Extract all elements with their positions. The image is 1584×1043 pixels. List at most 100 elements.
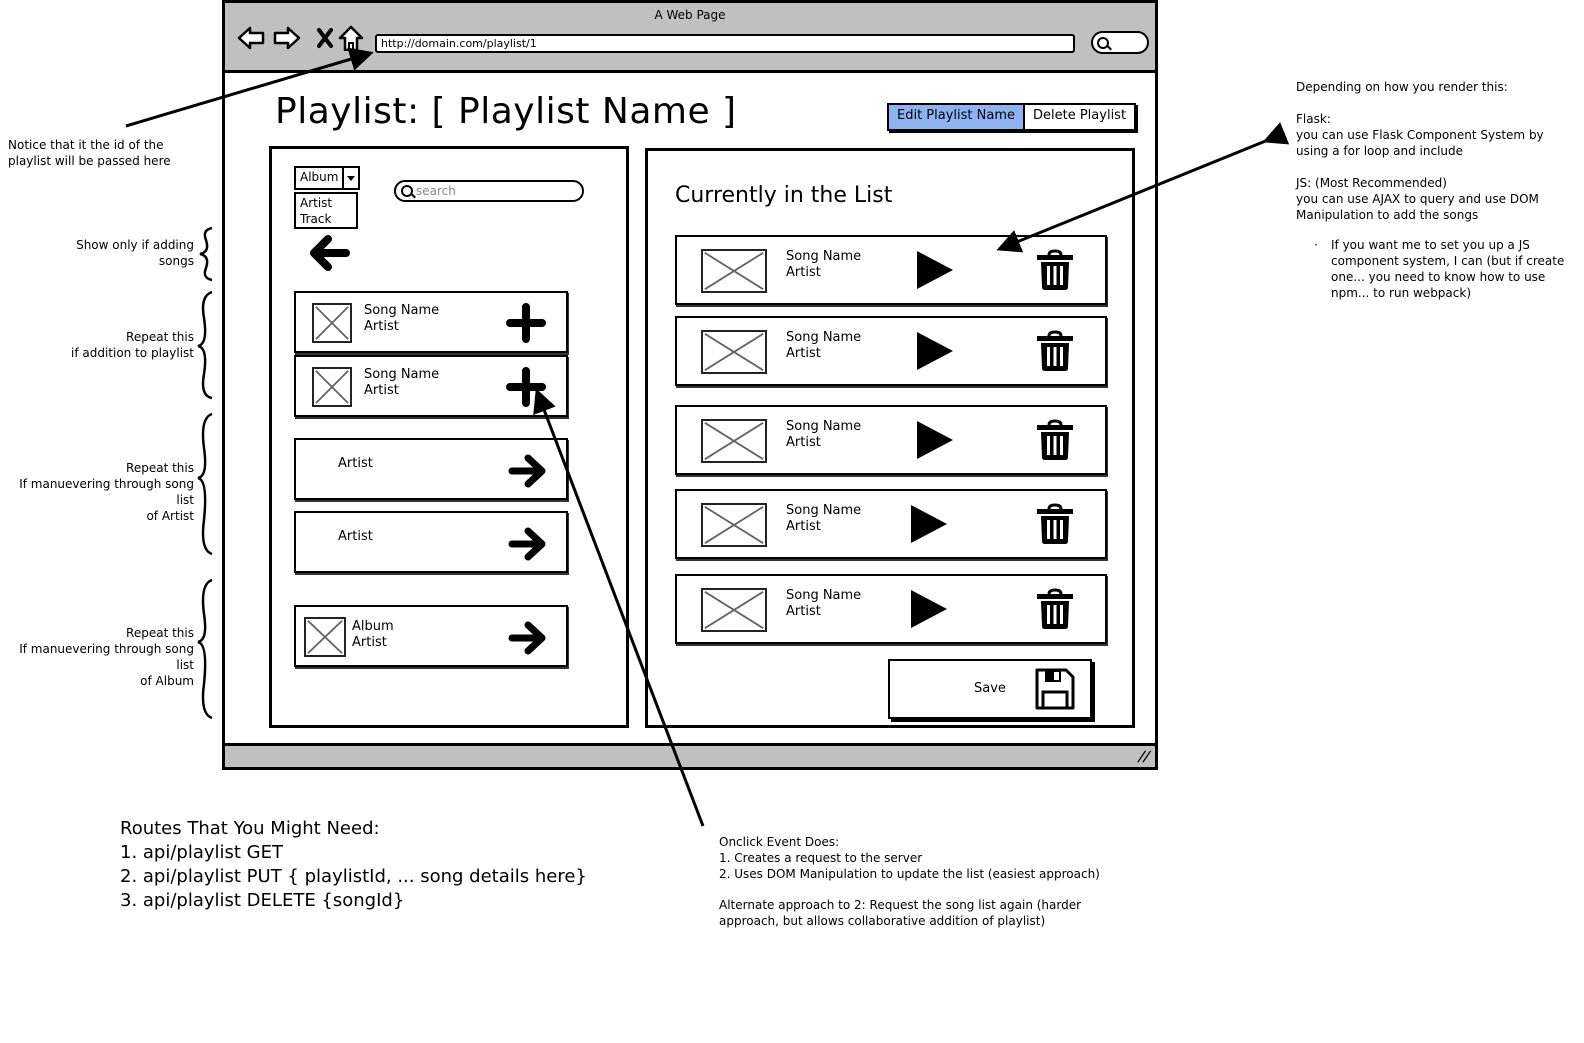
album-art-placeholder — [701, 419, 767, 463]
url-bar[interactable]: http://domain.com/playlist/1 — [375, 34, 1075, 53]
save-button[interactable]: Save — [888, 659, 1092, 719]
brace-icon — [197, 290, 213, 400]
annotation-heading: Onclick Event Does: — [719, 835, 840, 849]
annotation-line: 1. Creates a request to the server — [719, 851, 923, 865]
brace-icon — [197, 578, 213, 720]
trash-icon[interactable] — [1035, 330, 1075, 372]
playlist-song-item[interactable]: Song Name Artist — [675, 574, 1107, 644]
resize-grip-icon[interactable]: // — [1136, 749, 1152, 765]
search-input[interactable]: search — [394, 180, 584, 202]
filter-selected: Album — [296, 168, 345, 188]
play-icon[interactable] — [915, 419, 955, 461]
annotation-line: of Album — [140, 674, 194, 688]
repeat-addition-annotation: Repeat this if addition to playlist — [71, 329, 194, 361]
annotation-line: 2. Uses DOM Manipulation to update the l… — [719, 867, 1100, 881]
left-arrow-icon[interactable] — [308, 231, 352, 275]
browser-window: A Web Page http://domain.com/playlist/1 … — [222, 0, 1158, 770]
plus-icon[interactable] — [506, 367, 546, 407]
search-placeholder: search — [416, 184, 456, 198]
song-result-item[interactable]: Song Name Artist — [294, 355, 568, 417]
browser-search-field[interactable] — [1091, 31, 1149, 54]
artist-name: Artist — [786, 604, 821, 619]
browser-status-bar: // — [225, 743, 1155, 767]
artist-name: Artist — [786, 346, 821, 361]
play-icon[interactable] — [909, 588, 949, 630]
right-arrow-icon[interactable] — [506, 450, 548, 492]
song-name: Song Name — [786, 588, 862, 603]
delete-playlist-button[interactable]: Delete Playlist — [1025, 105, 1135, 129]
annotation-line: Flask: — [1296, 112, 1331, 126]
artist-name: Artist — [786, 265, 821, 280]
album-art-placeholder — [312, 367, 352, 407]
list-title: Currently in the List — [675, 183, 893, 208]
show-only-annotation: Show only if adding songs — [76, 237, 194, 269]
chevron-down-icon[interactable] — [344, 168, 358, 188]
filter-dropdown[interactable]: Album — [294, 166, 360, 190]
plus-icon[interactable] — [506, 303, 546, 343]
stop-icon[interactable] — [311, 25, 339, 51]
song-result-item[interactable]: Song Name Artist — [294, 291, 568, 353]
annotation-line: you can use AJAX to query and use DOM — [1296, 192, 1539, 206]
right-arrow-icon[interactable] — [506, 617, 548, 659]
annotation-bullet: · If you want me to set you up a JS comp… — [1296, 237, 1581, 301]
brace-icons — [197, 226, 213, 720]
annotation-line: Repeat this — [126, 330, 194, 344]
trash-icon[interactable] — [1035, 503, 1075, 545]
annotation-line: Repeat this — [126, 626, 194, 640]
search-panel: Album Artist Track search Song Name Arti… — [269, 146, 629, 728]
song-name: Song Name — [786, 330, 862, 345]
annotation-line: if addition to playlist — [71, 346, 194, 360]
edit-playlist-name-button[interactable]: Edit Playlist Name — [889, 105, 1025, 129]
home-icon[interactable] — [337, 25, 365, 51]
artist-name: Artist — [786, 519, 821, 534]
annotation-line: playlist will be passed here — [8, 154, 171, 168]
trash-icon[interactable] — [1035, 419, 1075, 461]
playlist-panel: Currently in the List Song Name Artist S… — [645, 148, 1135, 728]
song-name: Song Name — [786, 503, 862, 518]
annotation-line: npm... to run webpack) — [1331, 286, 1472, 300]
artist-result-item[interactable]: Artist — [294, 438, 568, 500]
song-name: Song Name — [786, 419, 862, 434]
save-label: Save — [974, 681, 1006, 696]
play-icon[interactable] — [915, 249, 955, 291]
route-item: 2. api/playlist PUT { playlistId, ... so… — [120, 866, 587, 887]
playlist-song-item[interactable]: Song Name Artist — [675, 489, 1107, 559]
playlist-actions: Edit Playlist Name Delete Playlist — [887, 103, 1137, 131]
play-icon[interactable] — [915, 330, 955, 372]
album-art-placeholder — [701, 588, 767, 632]
play-icon[interactable] — [909, 503, 949, 545]
routes-annotation: Routes That You Might Need: 1. api/playl… — [120, 817, 587, 913]
artist-name: Artist — [364, 319, 399, 334]
annotation-line: of Artist — [146, 509, 194, 523]
playlist-song-item[interactable]: Song Name Artist — [675, 405, 1107, 475]
artist-name: Artist — [364, 383, 399, 398]
route-item: 1. api/playlist GET — [120, 842, 284, 863]
trash-icon[interactable] — [1035, 249, 1075, 291]
playlist-song-item[interactable]: Song Name Artist — [675, 235, 1107, 305]
annotation-line: approach, but allows collaborative addit… — [719, 914, 1046, 928]
search-icon — [401, 185, 413, 197]
annotation-line: Show only if adding — [76, 238, 194, 252]
album-art-placeholder — [304, 617, 346, 657]
annotation-line: Alternate approach to 2: Request the son… — [719, 898, 1082, 912]
right-arrow-icon[interactable] — [506, 523, 548, 565]
filter-options: Artist Track — [294, 192, 358, 229]
forward-arrow-icon[interactable] — [273, 25, 301, 51]
album-result-item[interactable]: Album Artist — [294, 605, 568, 667]
annotation-line: using a for loop and include — [1296, 144, 1464, 158]
filter-option-track[interactable]: Track — [300, 211, 352, 227]
album-art-placeholder — [701, 249, 767, 293]
annotation-line: one... you need to know how to use — [1331, 270, 1546, 284]
song-name: Song Name — [786, 249, 862, 264]
album-art-placeholder — [701, 503, 767, 547]
annotation-line: JS: (Most Recommended) — [1296, 176, 1447, 190]
filter-option-artist[interactable]: Artist — [300, 195, 352, 211]
trash-icon[interactable] — [1035, 588, 1075, 630]
window-title: A Web Page — [654, 8, 726, 22]
artist-name: Artist — [352, 635, 387, 650]
artist-result-item[interactable]: Artist — [294, 511, 568, 573]
album-name: Album — [352, 619, 394, 634]
playlist-song-item[interactable]: Song Name Artist — [675, 316, 1107, 386]
back-arrow-icon[interactable] — [237, 25, 265, 51]
annotation-heading: Depending on how you render this: — [1296, 80, 1508, 94]
